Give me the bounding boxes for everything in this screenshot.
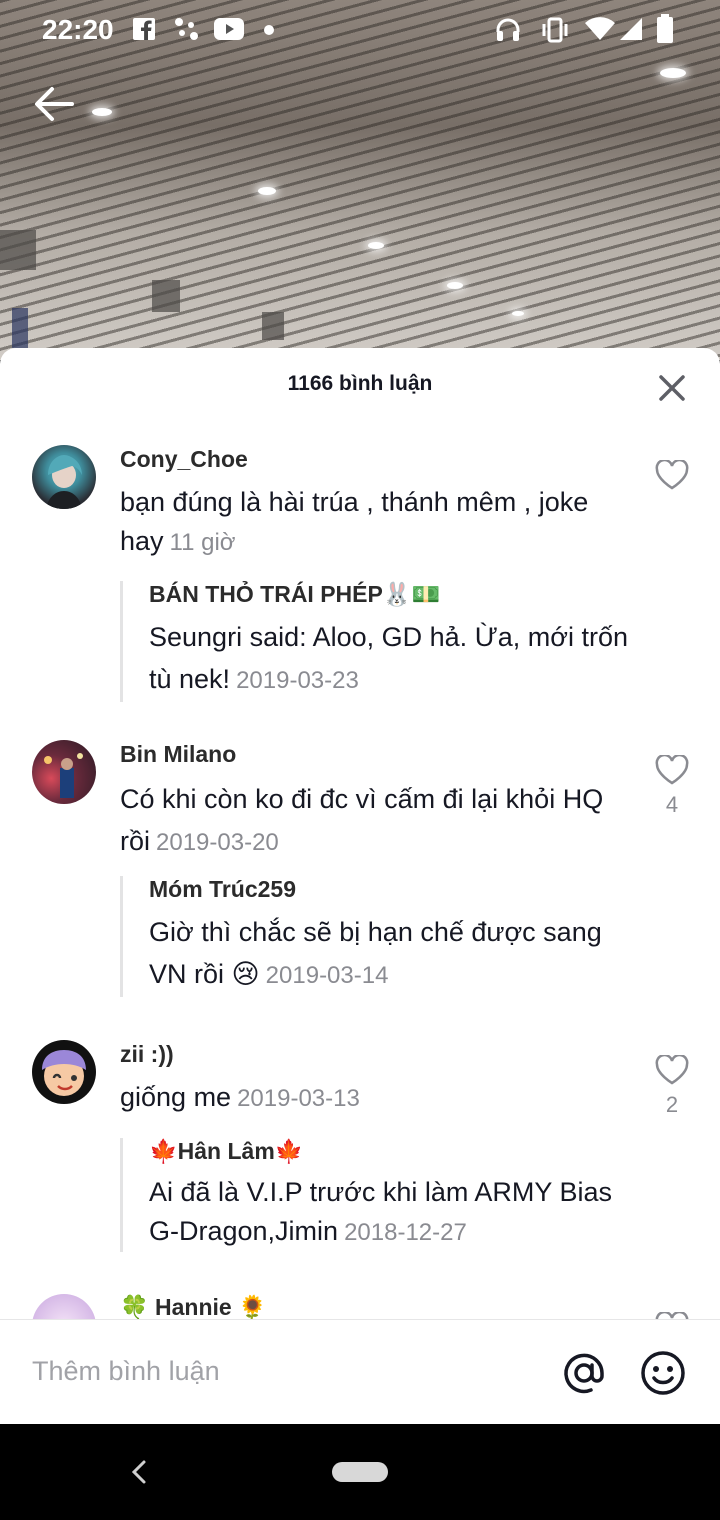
comment-count: 1166 bình luận	[287, 372, 433, 395]
comment-time: 2019-03-13	[237, 1085, 360, 1112]
comment-text: Có khi còn ko đi đc vì cấm đi lại khỏi H…	[120, 778, 620, 864]
comment-username[interactable]: Bin Milano	[120, 741, 236, 768]
wall-panel	[262, 312, 284, 340]
battery-icon	[657, 14, 673, 43]
vibrate-icon	[542, 17, 568, 43]
like-count: 4	[665, 792, 679, 817]
notification-dot-icon	[264, 25, 274, 35]
status-time: 22:20	[42, 14, 114, 45]
nav-back-icon[interactable]	[128, 1458, 152, 1486]
reply-item: Móm Trúc259 Giờ thì chắc sẽ bị hạn chế đ…	[120, 876, 640, 997]
close-icon[interactable]	[656, 372, 688, 404]
comment-time: 11 giờ	[169, 529, 236, 556]
comment-username[interactable]: zii :))	[120, 1041, 174, 1068]
heart-icon	[655, 458, 689, 490]
reply-time: 2018-12-27	[344, 1219, 467, 1246]
comments-sheet: 1166 bình luận Cony_Choe bạn đúng là hài…	[0, 348, 720, 1320]
avatar[interactable]	[32, 1040, 96, 1104]
comment-username[interactable]: Cony_Choe	[120, 446, 248, 473]
dots-icon	[175, 18, 198, 40]
ceiling-light	[368, 242, 384, 249]
facebook-icon	[133, 18, 155, 40]
avatar[interactable]	[32, 445, 96, 509]
wall-panel	[0, 230, 36, 270]
youtube-icon	[214, 18, 244, 40]
reply-time: 2019-03-23	[236, 667, 359, 694]
comment-time: 2019-03-20	[156, 829, 279, 856]
back-arrow-icon[interactable]	[32, 82, 76, 126]
reply-username[interactable]: BÁN THỎ TRÁI PHÉP🐰💵	[149, 581, 640, 608]
ceiling-light	[258, 187, 276, 195]
nav-home-pill[interactable]	[332, 1462, 388, 1482]
ceiling-light	[512, 311, 524, 316]
reply-text: Seungri said: Aloo, GD hả. Ừa, mới trốn …	[149, 616, 640, 702]
ceiling-light	[92, 108, 112, 116]
reply-username[interactable]: Móm Trúc259	[149, 876, 640, 903]
ceiling-light	[447, 282, 463, 289]
reply-username[interactable]: 🍁Hân Lâm🍁	[149, 1138, 640, 1165]
wall-panel	[152, 280, 180, 312]
reply-body: Seungri said: Aloo, GD hả. Ừa, mới trốn …	[149, 622, 628, 694]
reply-text: Ai đã là V.I.P trước khi làm ARMY Bias G…	[149, 1173, 640, 1252]
reply-item: BÁN THỎ TRÁI PHÉP🐰💵 Seungri said: Aloo, …	[120, 581, 640, 702]
comment-input[interactable]: Thêm bình luận	[32, 1356, 220, 1387]
mention-icon[interactable]	[561, 1350, 607, 1396]
comment-body: giống me	[120, 1082, 232, 1112]
wall-panel	[12, 308, 28, 348]
heart-icon	[655, 753, 689, 785]
emoji-icon[interactable]	[640, 1350, 686, 1396]
reply-time: 2019-03-14	[265, 962, 389, 989]
like-button[interactable]	[654, 458, 690, 497]
like-button[interactable]: 4	[654, 753, 690, 818]
heart-icon	[655, 1053, 689, 1085]
avatar[interactable]	[32, 1294, 96, 1320]
avatar[interactable]	[32, 740, 96, 804]
status-bar: 22:20	[0, 0, 720, 62]
comment-text: giống me 2019-03-13	[120, 1078, 620, 1118]
comment-text: bạn đúng là hài trúa , thánh mêm , joke …	[120, 483, 620, 562]
wifi-icon	[585, 17, 615, 40]
comment-input-bar: Thêm bình luận	[0, 1319, 720, 1424]
like-button[interactable]: 2	[654, 1053, 690, 1118]
headset-icon	[496, 18, 520, 41]
ceiling-light	[660, 68, 686, 78]
comment-username[interactable]: 🍀 Hannie 🌻	[120, 1294, 267, 1320]
reply-text: Giờ thì chắc sẽ bị hạn chế được sang VN …	[149, 911, 640, 997]
signal-icon	[620, 18, 642, 40]
reply-item: 🍁Hân Lâm🍁 Ai đã là V.I.P trước khi làm A…	[120, 1138, 640, 1252]
sheet-header: 1166 bình luận	[0, 348, 720, 426]
like-count: 2	[665, 1092, 679, 1117]
